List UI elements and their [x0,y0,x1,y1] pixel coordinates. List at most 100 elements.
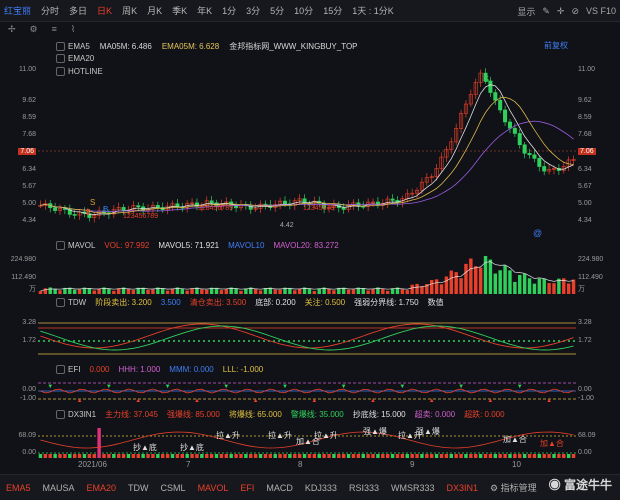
price-tick-right: 11.00 [578,66,595,73]
dx-tick: 68.09 [18,432,36,439]
dx-bar [390,454,395,458]
dx-bar [302,454,307,458]
vol-tick: 224.980 [10,256,36,263]
dx-bar [537,454,542,458]
tab-csml[interactable]: CSML [155,483,192,493]
dx-bar [346,454,351,458]
dx-bar [415,454,419,458]
tab-mausa[interactable]: MAUSA [37,483,81,493]
period-tab-10min[interactable]: 10分 [289,4,318,17]
price-tick: 5.00 [22,200,36,207]
tab-rsi333[interactable]: RSI333 [343,483,385,493]
dx-bar [268,454,273,458]
dx-bar [508,454,512,458]
mavol20-value: MAVOL20: 83.272 [273,241,339,251]
period-tab-daily[interactable]: 日K [92,4,117,17]
list-icon[interactable]: ≡ [52,24,57,34]
tab-tdw[interactable]: TDW [122,483,155,493]
volume-bar [97,288,101,294]
period-tab-intraday[interactable]: 分时 [36,4,64,17]
candle [488,80,493,93]
volume-bar [239,290,243,294]
mavol-toggle[interactable]: MAVOL [56,241,95,251]
dx-bar [175,454,180,458]
indicator-mgmt-button[interactable]: ⚙ 指标管理 [484,481,543,494]
efi-chart[interactable]: ▼ ▲ ▼ ▲ ▼ ▲ ▼ ▲ ▼ ▲ ▼ ▲ ▼ ▲ ▼ ▲ ▼ ▲ [38,378,576,404]
candle [522,144,527,154]
price-chart[interactable]: S B ⬆ S 123456789 123456789 12345678 4.4… [38,60,576,240]
dx-bar [283,454,287,458]
crosshair-tool-icon[interactable]: ✢ [8,24,16,35]
tdw-chart[interactable] [38,310,576,360]
tab-mavol[interactable]: MAVOL [192,483,235,493]
compare-button[interactable]: VS F10 [586,6,616,16]
volume-bar [547,283,551,294]
dx-bar [180,454,184,458]
volume-bar [165,290,170,294]
info-icon[interactable]: @ [533,228,542,238]
tdw-stage-sell: 阶段卖出: 3.200 [95,298,152,307]
volume-bar [420,286,424,294]
volume-bar [493,273,498,294]
volume-bar [527,278,532,294]
dx-overfall: 超跌: 0.000 [464,410,505,419]
dx-toggle[interactable]: DX3IN1 [56,409,97,420]
tab-dx3in1[interactable]: DX3IN1 [441,483,485,493]
ma-line-yellow [40,96,574,214]
dx-bar [488,454,493,458]
dx-bar [126,454,131,458]
tab-kdj333[interactable]: KDJ333 [299,483,343,493]
efi-label: EFI [68,365,81,374]
price-tick-right: 5.00 [578,200,592,207]
period-tab-monthly[interactable]: 月K [142,4,167,17]
crosshair-icon[interactable]: ✛ [557,6,565,17]
tdw-green-line [40,325,574,351]
period-dropdown[interactable]: 1天 : 1分K [347,4,399,17]
efi-value: 0.000 [89,365,110,375]
tab-ema20[interactable]: EMA20 [81,483,123,493]
display-dropdown[interactable]: 显示 [517,5,535,18]
period-tab-multiday[interactable]: 多日 [64,4,92,17]
edit-icon[interactable]: ⊘ [571,6,579,17]
ema5-toggle[interactable]: EMA5 [56,42,90,52]
volume-bar [430,280,434,294]
dx-bar [170,454,175,458]
volume-chart[interactable] [38,252,576,294]
price-tick: 8.59 [22,114,36,121]
period-tab-weekly[interactable]: 周K [117,4,142,17]
tab-wmsr333[interactable]: WMSR333 [385,483,441,493]
dx-bar [87,454,92,458]
period-tab-5min[interactable]: 5分 [265,4,289,17]
dx-bar [513,454,517,458]
period-tab-1min[interactable]: 1分 [217,4,241,17]
efi-toggle[interactable]: EFI [56,365,81,375]
tab-efi[interactable]: EFI [234,483,260,493]
dx-bar [38,454,43,458]
tab-ema5[interactable]: EMA5 [0,483,37,493]
period-tab-15min[interactable]: 15分 [318,4,347,17]
dx-chart[interactable]: 抄▲底 抄▲底 拉▲升 拉▲升 加▲合 拉▲升 强▲爆 拉▲升 强▲爆 加▲合 … [38,422,576,458]
tab-macd[interactable]: MACD [260,483,299,493]
efi-arrow-mark: ▲ [253,398,259,404]
draw-icon[interactable]: ⌇ [71,24,75,35]
dx-bar [131,454,136,458]
dx-bar [58,454,62,458]
ma-line-purple [40,120,574,212]
settings-icon[interactable]: ⚙ [30,24,38,35]
tdw-toggle[interactable]: TDW [56,298,86,308]
stock-name[interactable]: 红宝丽 [0,4,36,17]
period-tab-quarterly[interactable]: 季K [167,4,192,17]
efi-arrow-mark: ▼ [341,384,347,390]
dx-label: DX3IN1 [68,409,97,419]
dx-bar [43,454,48,458]
period-tab-yearly[interactable]: 年K [192,4,217,17]
volume-bar [503,265,507,294]
volume-bar [170,288,175,294]
dx-bar [552,454,556,458]
low-price-label: 4.42 [280,222,294,229]
adjust-label[interactable]: 前复权 [544,40,568,51]
period-tab-3min[interactable]: 3分 [241,4,265,17]
pen-icon[interactable]: ✎ [542,6,550,17]
efi-arrow-mark: ▼ [106,384,112,390]
dx-bar [205,454,209,458]
